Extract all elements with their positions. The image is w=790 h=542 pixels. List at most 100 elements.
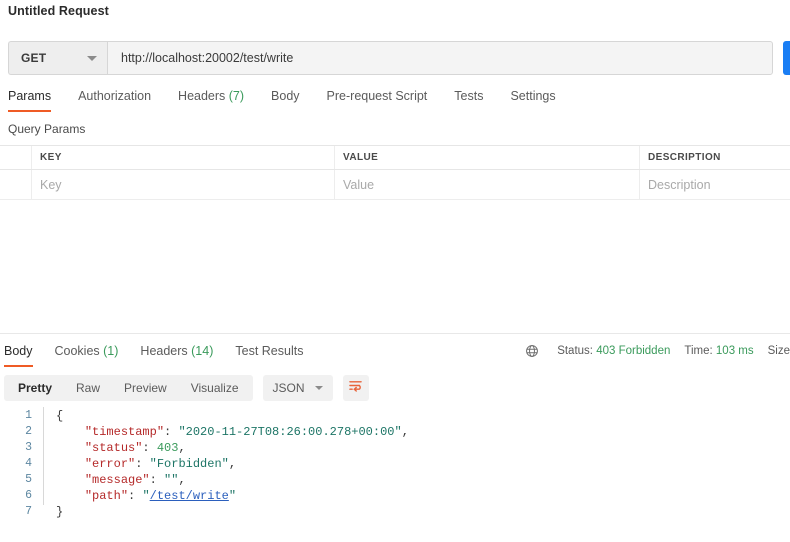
size-label: Size	[767, 345, 790, 357]
token-p: ,	[228, 457, 237, 471]
query-params-label: Query Params	[8, 122, 86, 136]
column-header-key: KEY	[40, 152, 62, 163]
tab-authorization[interactable]: Authorization	[78, 86, 151, 112]
token-p	[56, 457, 85, 471]
pane-divider[interactable]	[0, 333, 790, 334]
token-p: :	[149, 473, 165, 487]
response-body-toolbar: Pretty Raw Preview Visualize JSON	[4, 375, 369, 401]
line-number: 1	[25, 409, 32, 422]
key-input-placeholder: Key	[40, 177, 62, 192]
url-input[interactable]: http://localhost:20002/test/write	[107, 41, 773, 75]
format-select[interactable]: JSON	[262, 375, 333, 401]
method-select[interactable]: GET	[8, 41, 107, 75]
tab-pre-request-script[interactable]: Pre-request Script	[327, 86, 428, 112]
status-label: Status:	[557, 345, 593, 357]
fold-guide	[40, 504, 50, 520]
value-input-placeholder: Value	[343, 177, 375, 192]
line-number: 4	[25, 457, 32, 470]
code-line: 2 "timestamp": "2020-11-27T08:26:00.278+…	[0, 423, 790, 441]
tab-body[interactable]: Body	[271, 86, 300, 112]
tab-label: Test Results	[235, 344, 304, 358]
view-mode-preview[interactable]: Preview	[112, 375, 179, 401]
code-line: 3 "status": 403,	[0, 439, 790, 457]
code-text: "message": "",	[50, 472, 186, 488]
row-checkbox-cell[interactable]	[0, 170, 32, 199]
row-key-cell[interactable]: Key	[32, 170, 335, 199]
fold-guide	[40, 487, 50, 505]
token-p: :	[128, 489, 143, 503]
code-line: 4 "error": "Forbidden",	[0, 455, 790, 473]
token-s: "Forbidden"	[149, 457, 229, 471]
chevron-down-icon	[314, 386, 323, 390]
token-s: ""	[164, 473, 179, 487]
tab-label: Body	[4, 344, 33, 358]
fold-guide	[40, 471, 50, 489]
tab-params[interactable]: Params	[8, 86, 52, 112]
header-description-cell: DESCRIPTION	[640, 146, 790, 169]
method-label: GET	[21, 51, 47, 65]
table-header-row: KEY VALUE DESCRIPTION	[0, 145, 790, 170]
tab-label: Cookies	[54, 344, 100, 358]
description-input-placeholder: Description	[648, 177, 711, 192]
token-p	[56, 425, 85, 439]
fold-guide	[40, 407, 50, 425]
token-brace: {	[56, 409, 64, 423]
header-checkbox-cell	[0, 146, 32, 169]
column-header-value: VALUE	[343, 152, 379, 163]
response-tab-headers[interactable]: Headers (14)	[140, 341, 213, 367]
response-tab-body[interactable]: Body	[4, 341, 33, 367]
response-tab-cookies[interactable]: Cookies (1)	[55, 341, 119, 367]
response-body-editor[interactable]: 1{2 "timestamp": "2020-11-27T08:26:00.27…	[0, 407, 790, 542]
header-key-cell: KEY	[32, 146, 335, 169]
tab-settings[interactable]: Settings	[510, 86, 555, 112]
code-line: 1{	[0, 407, 790, 425]
line-number: 3	[25, 441, 32, 454]
token-p: ,	[178, 473, 186, 487]
token-p: ,	[401, 425, 409, 439]
token-p: :	[142, 441, 157, 455]
tab-label: Params	[8, 89, 52, 103]
response-tab-bar: Body Cookies (1) Headers (14) Test Results	[0, 341, 480, 367]
tab-label: Tests	[454, 89, 484, 103]
tab-label: Headers	[140, 344, 188, 358]
tab-label: Headers	[178, 89, 226, 103]
token-s: "2020-11-27T08:26:00.278+00:00"	[178, 425, 402, 439]
view-mode-visualize[interactable]: Visualize	[179, 375, 251, 401]
globe-icon[interactable]	[525, 344, 539, 358]
token-lnk[interactable]: /test/write	[150, 489, 229, 503]
tab-label: Pre-request Script	[326, 89, 428, 103]
word-wrap-button[interactable]	[342, 375, 369, 401]
code-text: "status": 403,	[50, 440, 186, 456]
row-value-cell[interactable]: Value	[335, 170, 640, 199]
view-mode-pretty[interactable]: Pretty	[6, 375, 64, 401]
code-text: "timestamp": "2020-11-27T08:26:00.278+00…	[50, 424, 409, 440]
token-k: "path"	[84, 489, 129, 503]
chevron-down-icon	[87, 56, 97, 61]
header-value-cell: VALUE	[335, 146, 640, 169]
fold-guide	[40, 439, 50, 457]
response-tab-test-results[interactable]: Test Results	[235, 341, 303, 367]
code-text: "error": "Forbidden",	[50, 456, 236, 472]
view-mode-raw[interactable]: Raw	[64, 375, 112, 401]
format-label: JSON	[272, 381, 305, 395]
token-s: "	[142, 489, 150, 503]
row-description-cell[interactable]: Description	[640, 170, 790, 199]
request-title: Untitled Request	[8, 4, 109, 18]
time-block: Time: 103 ms	[684, 345, 753, 357]
send-button[interactable]	[783, 41, 790, 75]
fold-guide	[40, 455, 50, 473]
tab-label: Authorization	[78, 89, 152, 103]
view-mode-group: Pretty Raw Preview Visualize	[4, 375, 253, 401]
code-text: "path": "/test/write"	[50, 488, 236, 504]
tab-label: Settings	[510, 89, 556, 103]
token-p: :	[164, 425, 179, 439]
table-row[interactable]: Key Value Description	[0, 170, 790, 200]
status-block: Status: 403 Forbidden	[557, 345, 670, 357]
token-k: "message"	[84, 473, 150, 487]
tab-label: Body	[271, 89, 300, 103]
tab-tests[interactable]: Tests	[454, 86, 483, 112]
line-number: 5	[25, 473, 32, 486]
token-s: "	[228, 489, 237, 503]
fold-guide	[40, 423, 50, 441]
tab-headers[interactable]: Headers (7)	[178, 86, 244, 112]
